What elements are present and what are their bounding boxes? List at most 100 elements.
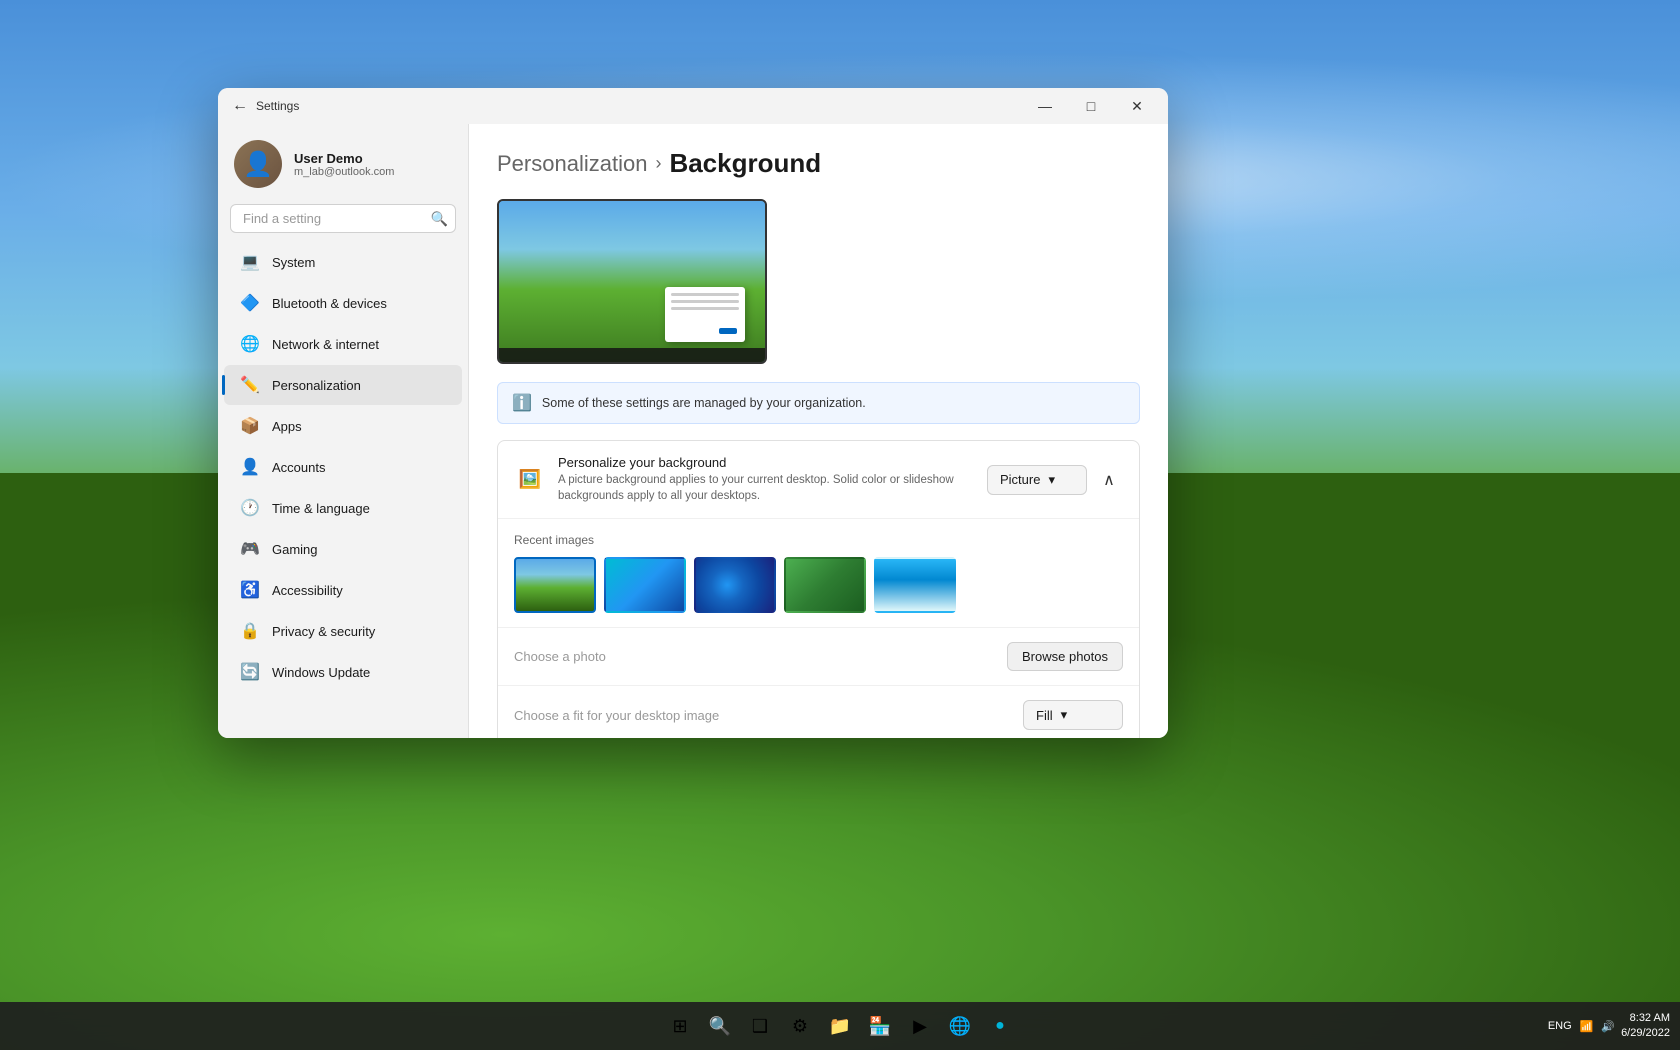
- choose-fit-label: Choose a fit for your desktop image: [514, 708, 1023, 723]
- sidebar-label-apps: Apps: [272, 419, 302, 434]
- browse-photos-button[interactable]: Browse photos: [1007, 642, 1123, 671]
- sidebar-item-privacy[interactable]: 🔒 Privacy & security: [224, 611, 462, 651]
- apps-icon: 📦: [240, 416, 260, 436]
- choose-photo-control: Browse photos: [1007, 642, 1123, 671]
- time-icon: 🕐: [240, 498, 260, 518]
- file-explorer-button[interactable]: 📁: [822, 1008, 858, 1044]
- start-button[interactable]: ⊞: [662, 1008, 698, 1044]
- privacy-icon: 🔒: [240, 621, 260, 641]
- taskbar-time-display: 8:32 AM: [1621, 1011, 1670, 1026]
- sidebar-item-gaming[interactable]: 🎮 Gaming: [224, 529, 462, 569]
- sidebar-label-accounts: Accounts: [272, 460, 325, 475]
- recent-image-3[interactable]: [694, 557, 776, 613]
- recent-image-5[interactable]: [874, 557, 956, 613]
- system-icon: 💻: [240, 252, 260, 272]
- taskbar-clock[interactable]: 8:32 AM 6/29/2022: [1621, 1011, 1670, 1042]
- sidebar-label-system: System: [272, 255, 315, 270]
- edge-button[interactable]: 🌐: [942, 1008, 978, 1044]
- background-row-desc: A picture background applies to your cur…: [558, 472, 987, 504]
- breadcrumb-separator: ›: [655, 153, 661, 174]
- sidebar-label-bluetooth: Bluetooth & devices: [272, 296, 387, 311]
- sidebar-item-windows-update[interactable]: 🔄 Windows Update: [224, 652, 462, 692]
- store-button[interactable]: 🏪: [862, 1008, 898, 1044]
- accounts-icon: 👤: [240, 457, 260, 477]
- search-taskbar-button[interactable]: 🔍: [702, 1008, 738, 1044]
- sidebar-label-personalization: Personalization: [272, 378, 361, 393]
- choose-fit-row: Choose a fit for your desktop image Fill…: [498, 686, 1139, 738]
- taskbar-system-icons: ENG 📶 🔊: [1548, 1020, 1615, 1033]
- user-name: User Demo: [294, 151, 394, 166]
- bluetooth-icon: 🔷: [240, 293, 260, 313]
- preview-line-1: [671, 293, 739, 296]
- sidebar-nav: 💻 System 🔷 Bluetooth & devices 🌐 Network…: [218, 241, 468, 693]
- sidebar-label-windows-update: Windows Update: [272, 665, 370, 680]
- fit-chevron-icon: ▾: [1061, 707, 1068, 723]
- sidebar-item-network[interactable]: 🌐 Network & internet: [224, 324, 462, 364]
- dropdown-chevron-icon: ▾: [1048, 472, 1055, 488]
- sidebar-item-system[interactable]: 💻 System: [224, 242, 462, 282]
- choose-photo-label: Choose a photo: [514, 649, 1007, 664]
- settings-taskbar-button[interactable]: ⚙: [782, 1008, 818, 1044]
- sidebar-label-time: Time & language: [272, 501, 370, 516]
- taskbar: ⊞ 🔍 ❑ ⚙ 📁 🏪 ▶ 🌐 ● ENG 📶 🔊 8:32 AM 6/29/2…: [0, 1002, 1680, 1050]
- network-tray-icon[interactable]: 📶: [1580, 1020, 1594, 1033]
- settings-window: ← Settings — □ ✕ 👤 User Demo m_lab@outlo…: [218, 88, 1168, 738]
- title-bar-left: ← Settings: [232, 97, 299, 115]
- minimize-button[interactable]: —: [1022, 90, 1068, 122]
- sidebar-item-time[interactable]: 🕐 Time & language: [224, 488, 462, 528]
- expand-background-toggle[interactable]: ∧: [1095, 466, 1123, 494]
- language-indicator[interactable]: ENG: [1548, 1020, 1572, 1032]
- back-button[interactable]: ←: [232, 97, 248, 115]
- avatar: 👤: [234, 140, 282, 188]
- breadcrumb-parent[interactable]: Personalization: [497, 151, 647, 177]
- taskbar-date-display: 6/29/2022: [1621, 1026, 1670, 1041]
- desktop-preview: [497, 199, 767, 364]
- recent-images-label: Recent images: [514, 533, 1123, 547]
- background-row-title: Personalize your background: [558, 455, 987, 470]
- user-profile[interactable]: 👤 User Demo m_lab@outlook.com: [218, 124, 468, 200]
- fit-dropdown[interactable]: Fill ▾: [1023, 700, 1123, 730]
- background-type-value: Picture: [1000, 472, 1040, 487]
- background-row-info: Personalize your background A picture ba…: [558, 455, 987, 504]
- recent-image-2[interactable]: [604, 557, 686, 613]
- search-box: 🔍: [230, 204, 456, 233]
- title-bar-controls: — □ ✕: [1022, 90, 1160, 122]
- sidebar-item-apps[interactable]: 📦 Apps: [224, 406, 462, 446]
- sidebar: 👤 User Demo m_lab@outlook.com 🔍 💻 System: [218, 124, 468, 738]
- breadcrumb: Personalization › Background: [497, 148, 1140, 179]
- windows-update-icon: 🔄: [240, 662, 260, 682]
- recent-image-4[interactable]: [784, 557, 866, 613]
- app-button[interactable]: ●: [982, 1008, 1018, 1044]
- maximize-button[interactable]: □: [1068, 90, 1114, 122]
- choose-photo-row: Choose a photo Browse photos: [498, 628, 1139, 686]
- recent-image-1[interactable]: [514, 557, 596, 613]
- search-input[interactable]: [230, 204, 456, 233]
- info-banner: ℹ️ Some of these settings are managed by…: [497, 382, 1140, 424]
- recent-images-grid: [514, 557, 1123, 613]
- sidebar-item-bluetooth[interactable]: 🔷 Bluetooth & devices: [224, 283, 462, 323]
- choose-fit-control: Fill ▾: [1023, 700, 1123, 730]
- sidebar-label-gaming: Gaming: [272, 542, 318, 557]
- title-bar: ← Settings — □ ✕: [218, 88, 1168, 124]
- info-icon: ℹ️: [512, 393, 532, 413]
- sidebar-item-personalization[interactable]: ✏️ Personalization: [224, 365, 462, 405]
- search-icon: 🔍: [431, 210, 448, 227]
- gaming-icon: 🎮: [240, 539, 260, 559]
- preview-line-2: [671, 300, 739, 303]
- volume-icon[interactable]: 🔊: [1601, 1020, 1615, 1033]
- task-view-button[interactable]: ❑: [742, 1008, 778, 1044]
- choose-fit-info: Choose a fit for your desktop image: [514, 708, 1023, 723]
- terminal-button[interactable]: ▶: [902, 1008, 938, 1044]
- accessibility-icon: ♿: [240, 580, 260, 600]
- close-button[interactable]: ✕: [1114, 90, 1160, 122]
- sidebar-item-accounts[interactable]: 👤 Accounts: [224, 447, 462, 487]
- background-type-dropdown[interactable]: Picture ▾: [987, 465, 1087, 495]
- network-icon: 🌐: [240, 334, 260, 354]
- preview-taskbar: [499, 348, 765, 362]
- sidebar-label-accessibility: Accessibility: [272, 583, 343, 598]
- window-title: Settings: [256, 99, 299, 113]
- user-info: User Demo m_lab@outlook.com: [294, 151, 394, 178]
- choose-photo-info: Choose a photo: [514, 649, 1007, 664]
- background-settings-section: 🖼️ Personalize your background A picture…: [497, 440, 1140, 738]
- sidebar-item-accessibility[interactable]: ♿ Accessibility: [224, 570, 462, 610]
